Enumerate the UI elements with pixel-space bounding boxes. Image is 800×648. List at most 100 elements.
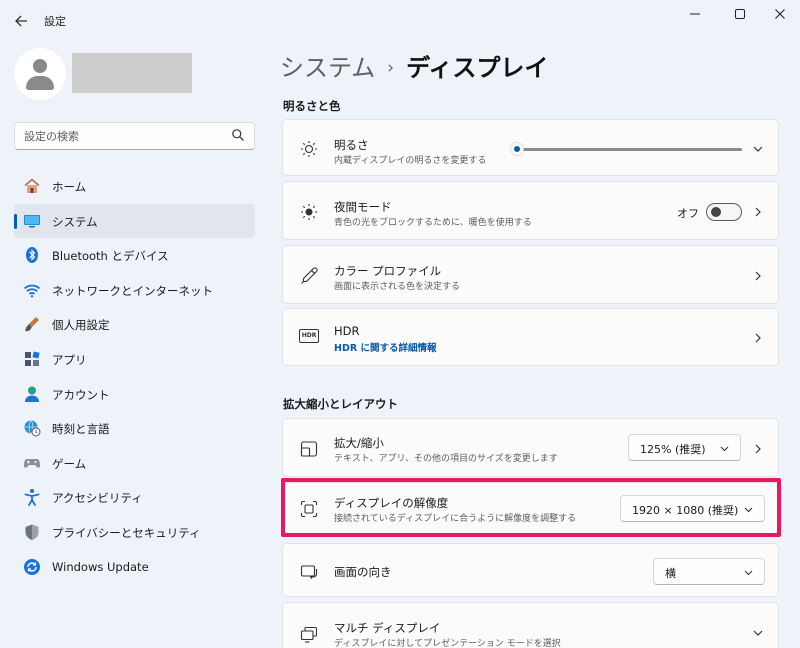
night-light-icon — [301, 204, 317, 220]
night-light-state-label: オフ — [677, 207, 699, 220]
home-icon — [24, 178, 40, 193]
sidebar-item-apps[interactable]: アプリ — [14, 342, 255, 377]
redacted-user-name — [72, 53, 192, 93]
sidebar-item-bluetooth[interactable]: Bluetooth とデバイス — [14, 238, 255, 273]
sidebar-item-system[interactable]: システム — [14, 203, 255, 239]
sidebar-item-windows-update[interactable]: Windows Update — [14, 550, 255, 585]
close-button[interactable] — [765, 3, 795, 25]
chevron-right-icon[interactable] — [752, 443, 764, 455]
sidebar-item-network[interactable]: ネットワークとインターネット — [14, 273, 255, 308]
orientation-dropdown-value: 横 — [665, 567, 676, 580]
slider-thumb[interactable] — [510, 142, 524, 156]
orientation-dropdown[interactable]: 横 — [653, 558, 765, 585]
minimize-icon — [690, 13, 700, 15]
sidebar-item-home[interactable]: ホーム — [14, 169, 255, 204]
night-light-subtitle: 青色の光をブロックするために、暖色を使用する — [334, 218, 532, 228]
bluetooth-icon — [26, 247, 38, 264]
window-title: 設定 — [44, 15, 66, 28]
breadcrumb-separator: › — [387, 58, 395, 78]
avatar[interactable] — [14, 48, 66, 100]
arrow-left-icon — [15, 15, 27, 27]
brightness-subtitle: 内蔵ディスプレイの明るさを変更する — [334, 156, 487, 166]
scale-dropdown[interactable]: 125% (推奨) — [628, 434, 741, 461]
chevron-right-icon[interactable] — [752, 332, 764, 344]
orientation-card[interactable]: 画面の向き 横 — [282, 543, 779, 597]
hdr-icon: HDR — [299, 329, 319, 343]
color-profile-subtitle: 画面に表示される色を決定する — [334, 282, 461, 292]
brightness-title: 明るさ — [334, 138, 369, 152]
brightness-slider[interactable] — [510, 139, 742, 159]
toggle-knob — [711, 207, 721, 217]
chevron-right-icon[interactable] — [752, 270, 764, 282]
back-button[interactable] — [10, 10, 32, 32]
color-profile-card[interactable]: カラー プロファイル 画面に表示される色を決定する — [282, 245, 779, 304]
chevron-right-icon[interactable] — [752, 206, 764, 218]
sidebar-item-accessibility[interactable]: アクセシビリティ — [14, 480, 255, 515]
search-box[interactable] — [14, 122, 255, 150]
chevron-down-icon[interactable] — [752, 627, 764, 639]
sidebar-item-label: 時刻と言語 — [52, 422, 110, 437]
resolution-highlight-frame — [281, 478, 781, 537]
update-icon — [24, 558, 40, 575]
hdr-info-link[interactable]: HDR に関する詳細情報 — [334, 340, 436, 354]
accessibility-icon — [24, 489, 40, 507]
sidebar-item-label: ゲーム — [52, 456, 87, 471]
avatar-body — [26, 76, 54, 90]
scale-title: 拡大/縮小 — [334, 436, 384, 450]
sidebar-item-label: アカウント — [52, 387, 110, 402]
breadcrumb-parent[interactable]: システム — [280, 54, 375, 82]
shield-icon — [25, 524, 39, 540]
sidebar-item-gaming[interactable]: ゲーム — [14, 446, 255, 481]
multi-display-icon — [300, 626, 318, 643]
sidebar-item-label: アクセシビリティ — [52, 491, 143, 506]
slider-track — [512, 148, 742, 151]
brush-icon — [25, 317, 39, 332]
multi-display-subtitle: ディスプレイに対してプレゼンテーション モードを選択 — [334, 639, 561, 648]
title-bar: 設定 — [0, 0, 800, 40]
color-profile-title: カラー プロファイル — [334, 264, 442, 278]
sidebar-item-label: ホーム — [52, 180, 87, 194]
chevron-down-icon[interactable] — [752, 143, 764, 155]
minimize-button[interactable] — [680, 3, 710, 25]
scale-dropdown-value: 125% (推奨) — [640, 443, 706, 456]
system-icon — [24, 214, 40, 228]
globe-clock-icon — [24, 420, 41, 437]
multi-display-title: マルチ ディスプレイ — [334, 621, 441, 635]
sidebar-item-accounts[interactable]: アカウント — [14, 377, 255, 412]
chevron-down-icon — [744, 570, 753, 576]
sidebar-nav: ホーム システム Bluetooth とデバイス ネットワークとインターネット … — [14, 169, 255, 584]
sidebar-item-label: アプリ — [52, 352, 87, 367]
avatar-head — [33, 59, 47, 73]
maximize-button[interactable] — [725, 3, 755, 25]
sidebar-item-label: システム — [52, 214, 98, 229]
night-light-title: 夜間モード — [334, 200, 392, 214]
apps-icon — [25, 351, 40, 366]
sidebar-item-personalization[interactable]: 個人用設定 — [14, 307, 255, 342]
sidebar-item-label: 個人用設定 — [52, 318, 110, 333]
multi-display-card[interactable]: マルチ ディスプレイ ディスプレイに対してプレゼンテーション モードを選択 — [282, 602, 779, 648]
search-icon — [232, 129, 244, 141]
breadcrumb: システム › ディスプレイ — [280, 48, 548, 83]
chevron-down-icon — [720, 446, 729, 452]
night-light-card[interactable]: 夜間モード 青色の光をブロックするために、暖色を使用する オフ — [282, 181, 779, 240]
scale-subtitle: テキスト、アプリ、その他の項目のサイズを変更します — [334, 454, 558, 464]
sidebar-item-label: Bluetooth とデバイス — [52, 249, 169, 264]
sidebar-item-label: プライバシーとセキュリティ — [52, 525, 201, 540]
account-icon — [25, 386, 39, 402]
brightness-card[interactable]: 明るさ 内蔵ディスプレイの明るさを変更する — [282, 119, 779, 176]
page-title: ディスプレイ — [406, 54, 549, 82]
night-light-toggle[interactable] — [706, 203, 742, 221]
scale-icon — [300, 441, 318, 457]
scale-card[interactable]: 拡大/縮小 テキスト、アプリ、その他の項目のサイズを変更します 125% (推奨… — [282, 418, 779, 477]
sidebar-item-privacy[interactable]: プライバシーとセキュリティ — [14, 515, 255, 550]
orientation-icon — [300, 565, 318, 579]
sidebar-item-label: Windows Update — [52, 559, 149, 574]
hdr-card[interactable]: HDR HDR HDR に関する詳細情報 — [282, 308, 779, 366]
sidebar-item-label: ネットワークとインターネット — [52, 283, 213, 298]
hdr-title: HDR — [334, 324, 360, 338]
section-title-brightness-color: 明るさと色 — [283, 99, 341, 113]
wifi-icon — [23, 284, 41, 298]
sidebar-item-time-language[interactable]: 時刻と言語 — [14, 411, 255, 446]
gamepad-icon — [24, 458, 40, 468]
search-input[interactable] — [15, 123, 225, 149]
